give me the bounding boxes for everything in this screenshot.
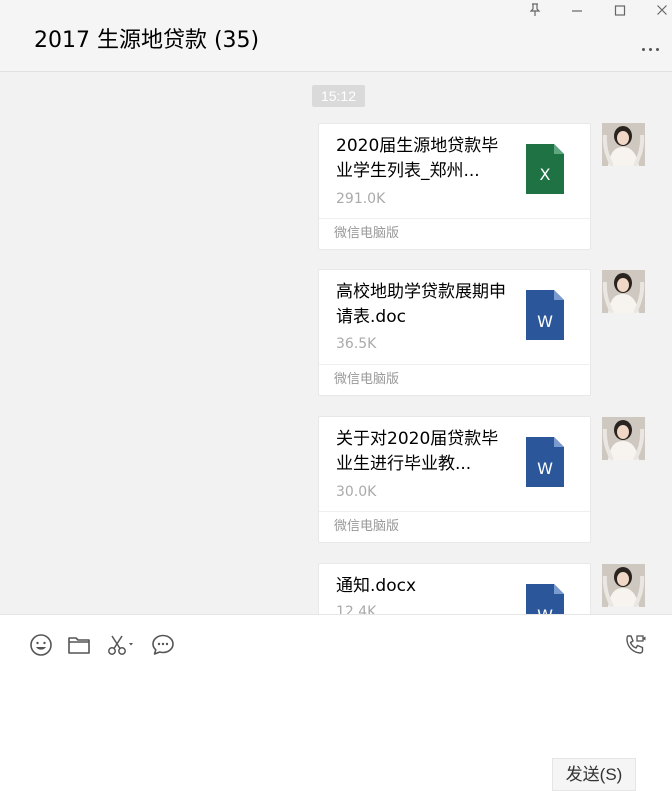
avatar[interactable] xyxy=(602,123,645,166)
file-message[interactable]: 2020届生源地贷款毕业学生列表_郑州... 291.0K X 微信电脑版 xyxy=(318,123,591,250)
file-source: 微信电脑版 xyxy=(319,218,590,249)
file-message[interactable]: 关于对2020届贷款毕业生进行毕业教... 30.0K W 微信电脑版 xyxy=(318,416,591,543)
file-card[interactable]: 关于对2020届贷款毕业生进行毕业教... 30.0K W 微信电脑版 xyxy=(318,416,591,543)
message-input[interactable] xyxy=(20,667,650,752)
file-name: 高校地助学贷款展期申请表.doc xyxy=(336,282,506,327)
file-icon-letter: W xyxy=(537,606,553,614)
chat-bubble-icon[interactable] xyxy=(151,633,177,657)
close-icon[interactable] xyxy=(652,3,672,21)
avatar[interactable] xyxy=(602,417,645,460)
word-file-icon: W xyxy=(526,584,564,614)
file-message[interactable]: 高校地助学贷款展期申请表.doc 36.5K W 微信电脑版 xyxy=(318,269,591,396)
send-button[interactable]: 发送(S) xyxy=(552,758,636,791)
file-icon-letter: W xyxy=(537,312,553,331)
chat-title: 2017 生源地贷款 (35) xyxy=(34,28,260,53)
avatar[interactable] xyxy=(602,564,645,607)
avatar[interactable] xyxy=(602,270,645,313)
file-message[interactable]: 通知.docx 12.4K W xyxy=(318,563,591,614)
scissors-icon[interactable] xyxy=(107,633,137,657)
file-name: 通知.docx xyxy=(336,576,417,596)
more-dots-icon[interactable] xyxy=(642,36,668,51)
minimize-icon[interactable] xyxy=(567,3,587,21)
pin-icon[interactable] xyxy=(525,3,545,21)
word-file-icon: W xyxy=(526,290,564,340)
word-file-icon: W xyxy=(526,437,564,487)
file-card[interactable]: 通知.docx 12.4K W xyxy=(318,563,591,614)
emoji-icon[interactable] xyxy=(29,633,55,657)
file-size: 12.4K xyxy=(336,604,377,614)
folder-icon[interactable] xyxy=(67,633,93,657)
file-icon-letter: X xyxy=(540,165,551,184)
phone-call-icon[interactable] xyxy=(623,633,649,657)
maximize-icon[interactable] xyxy=(610,3,630,21)
file-size: 36.5K xyxy=(336,336,377,352)
file-size: 30.0K xyxy=(336,484,377,500)
file-name: 2020届生源地贷款毕业学生列表_郑州... xyxy=(336,136,499,181)
excel-file-icon: X xyxy=(526,144,564,194)
timestamp: 15:12 xyxy=(312,85,365,107)
file-card[interactable]: 高校地助学贷款展期申请表.doc 36.5K W 微信电脑版 xyxy=(318,269,591,396)
chat-area[interactable]: 15:12 2020届生源地贷款毕业学生列表_郑州... 291.0K X 微信… xyxy=(0,72,672,614)
file-size: 291.0K xyxy=(336,191,386,207)
title-bar: 2017 生源地贷款 (35) xyxy=(0,0,672,72)
file-name: 关于对2020届贷款毕业生进行毕业教... xyxy=(336,429,499,474)
file-source: 微信电脑版 xyxy=(319,511,590,542)
file-card[interactable]: 2020届生源地贷款毕业学生列表_郑州... 291.0K X 微信电脑版 xyxy=(318,123,591,250)
file-source: 微信电脑版 xyxy=(319,364,590,395)
input-area[interactable]: 发送(S) xyxy=(0,614,672,791)
file-icon-letter: W xyxy=(537,459,553,478)
